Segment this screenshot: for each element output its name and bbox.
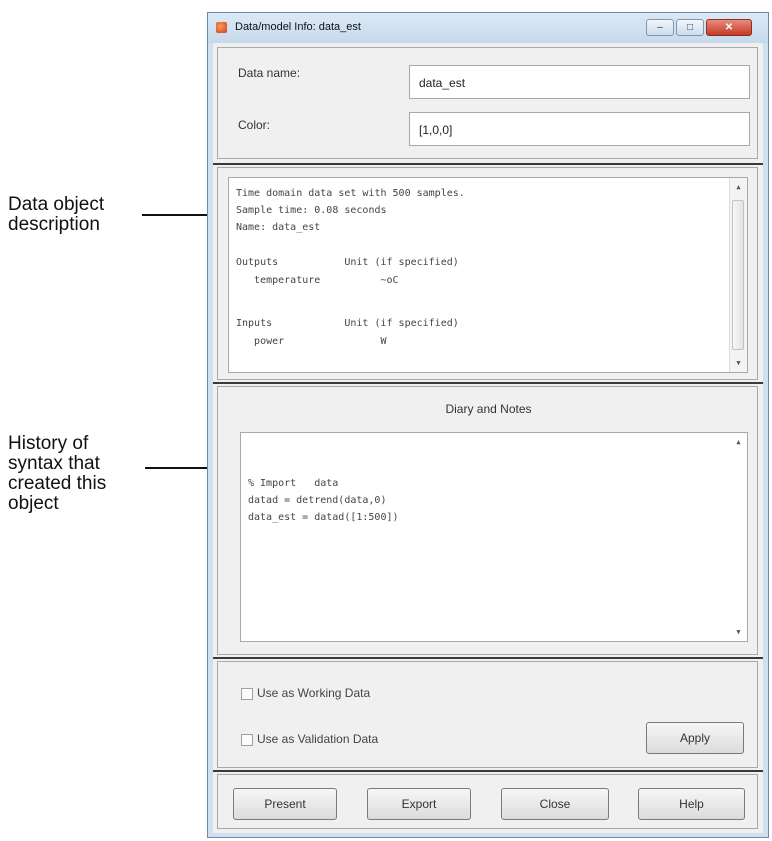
data-name-label: Data name:	[238, 66, 301, 80]
validation-data-option[interactable]: Use as Validation Data	[241, 732, 378, 746]
close-button[interactable]: Close	[501, 788, 609, 820]
apply-button[interactable]: Apply	[646, 722, 744, 754]
scroll-thumb[interactable]	[732, 200, 744, 350]
diary-notes-box[interactable]: % Import data datad = detrend(data,0) da…	[240, 432, 748, 642]
data-name-field[interactable]: data_est	[409, 65, 750, 99]
scroll-down-icon[interactable]: ▼	[730, 628, 747, 636]
close-window-button[interactable]: ✕	[706, 19, 752, 36]
export-button[interactable]: Export	[367, 788, 471, 820]
panel-separator	[213, 657, 763, 659]
description-scrollbar[interactable]: ▲ ▼	[729, 178, 747, 372]
description-line: Time domain data set with 500 samples.	[236, 188, 465, 199]
diary-panel: Diary and Notes % Import data datad = de…	[217, 386, 758, 655]
diary-line: % Import data	[248, 478, 339, 489]
description-line: Inputs Unit (if specified)	[236, 318, 459, 329]
working-data-checkbox[interactable]	[241, 687, 253, 700]
diary-scrollbar[interactable]: ▲ ▼	[730, 433, 747, 641]
button-panel: Present Export Close Help	[217, 774, 758, 829]
data-description-box[interactable]: Time domain data set with 500 samples. S…	[228, 177, 748, 373]
diary-title: Diary and Notes	[445, 402, 532, 416]
panel-separator	[213, 163, 763, 165]
panel-separator	[213, 382, 763, 384]
description-line: power W	[236, 336, 387, 347]
scroll-up-icon[interactable]: ▲	[730, 438, 747, 446]
info-panel: Data name: data_est Color: [1,0,0]	[217, 47, 758, 159]
scroll-up-icon[interactable]: ▲	[730, 183, 747, 191]
window-title: Data/model Info: data_est	[235, 21, 361, 33]
title-bar[interactable]: Data/model Info: data_est – □ ✕	[208, 13, 768, 43]
validation-data-checkbox[interactable]	[241, 733, 253, 746]
app-icon	[216, 22, 227, 33]
color-field[interactable]: [1,0,0]	[409, 112, 750, 146]
options-panel: Use as Working Data Use as Validation Da…	[217, 661, 758, 768]
validation-data-label: Use as Validation Data	[257, 732, 379, 746]
description-line: Sample time: 0.08 seconds	[236, 205, 387, 216]
help-button[interactable]: Help	[638, 788, 745, 820]
working-data-option[interactable]: Use as Working Data	[241, 686, 370, 700]
description-line: Outputs Unit (if specified)	[236, 257, 459, 268]
diary-line: data_est = datad([1:500])	[248, 512, 399, 523]
present-button[interactable]: Present	[233, 788, 337, 820]
window-client-area: Data name: data_est Color: [1,0,0] Time …	[213, 43, 763, 833]
data-model-info-window: Data/model Info: data_est – □ ✕ Data nam…	[207, 12, 769, 838]
working-data-label: Use as Working Data	[257, 686, 371, 700]
panel-separator	[213, 770, 763, 772]
diary-line: datad = detrend(data,0)	[248, 495, 387, 506]
description-panel: Time domain data set with 500 samples. S…	[217, 167, 758, 380]
scroll-down-icon[interactable]: ▼	[730, 359, 747, 367]
color-label: Color:	[238, 118, 271, 132]
minimize-button[interactable]: –	[646, 19, 674, 36]
description-line: temperature ~oC	[236, 275, 399, 286]
maximize-button[interactable]: □	[676, 19, 704, 36]
description-line: Name: data_est	[236, 222, 321, 233]
